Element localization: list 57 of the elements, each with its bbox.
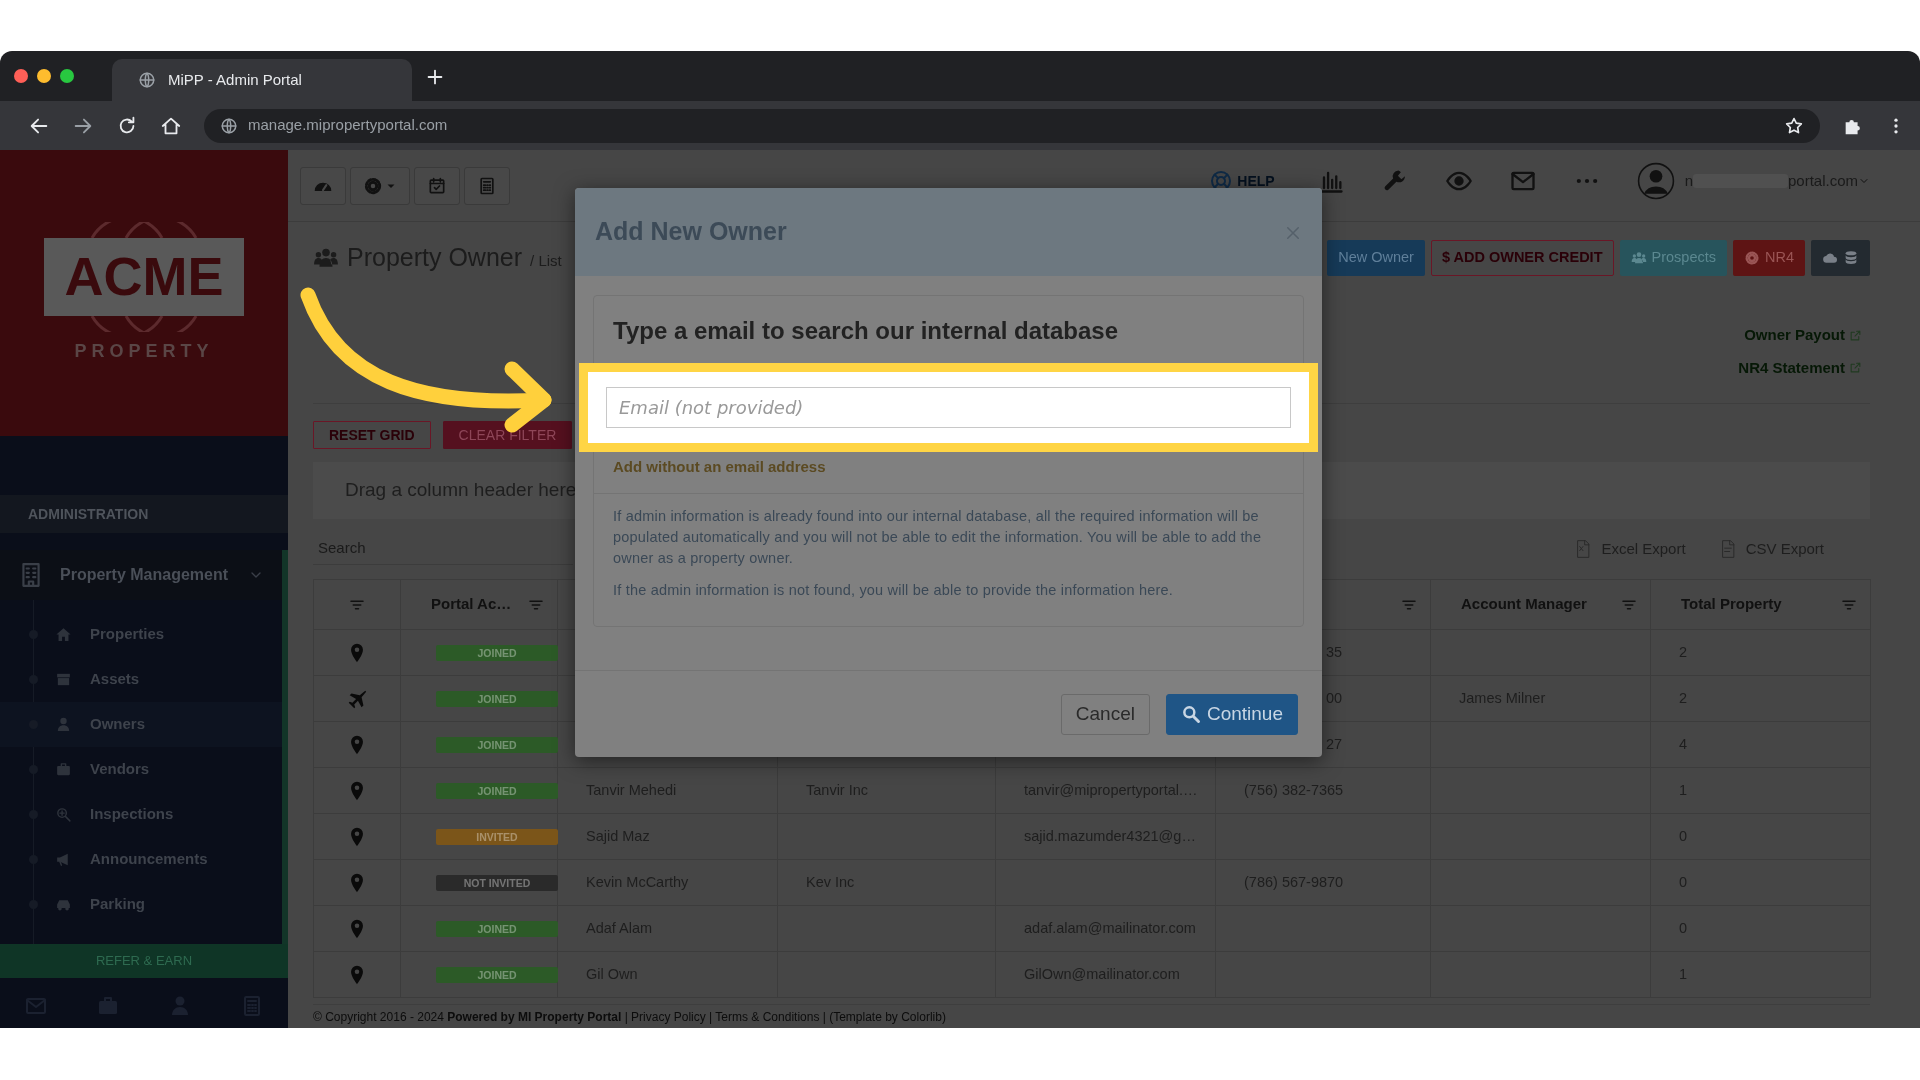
link[interactable]: NR4 Statement [1738, 356, 1862, 379]
settings-icon [1744, 250, 1760, 266]
menu-group[interactable]: Property Management [0, 550, 288, 600]
calendar-button[interactable] [414, 166, 460, 205]
house-icon [55, 626, 72, 643]
status-badge: JOINED [436, 966, 558, 983]
logo-text: ACME [44, 237, 244, 316]
grid-button[interactable]: RESET GRID [313, 421, 431, 449]
avatar-icon[interactable] [1636, 162, 1675, 200]
status-badge: NOT INVITED [436, 874, 558, 891]
logo-arc-icon [89, 315, 199, 332]
logo-tagline: PROPERTY [74, 339, 214, 363]
logo-arc-icon [89, 221, 199, 238]
zoom-in-icon [55, 806, 72, 823]
calculator-icon [477, 175, 497, 196]
continue-button[interactable]: Continue [1165, 693, 1298, 735]
people-icon [1630, 250, 1647, 266]
globe-icon [138, 71, 156, 89]
status-badge: INVITED [436, 828, 558, 845]
external-link-icon [1849, 328, 1862, 342]
browser-tab[interactable]: MiPP - Admin Portal [112, 59, 412, 101]
cancel-button[interactable]: Cancel [1060, 693, 1150, 735]
status-badge: JOINED [436, 690, 558, 707]
bookmark-star-icon[interactable] [1784, 115, 1804, 136]
window-control[interactable] [37, 69, 51, 83]
link[interactable]: Owner Payout [1744, 324, 1862, 347]
footer-text: © Copyright 2016 - 2024 Powered by MI Property Portal | Privacy Policy | Terms & Conditions | (Template by Colorlib) [313, 1004, 1870, 1026]
action-button[interactable]: $ ADD OWNER CREDIT [1430, 240, 1614, 276]
url-text: manage.mipropertyportal.com [248, 115, 448, 136]
settings-icon [363, 175, 383, 196]
status-badge: JOINED [436, 920, 558, 937]
section-header: ADMINISTRATION [0, 495, 288, 533]
modal-heading: Type a email to search our internal database [612, 316, 1120, 346]
status-badge: JOINED [436, 736, 558, 753]
calendar-icon [427, 175, 447, 196]
briefcase-icon [55, 761, 72, 778]
help-button[interactable]: HELP [1203, 168, 1281, 194]
settings-button[interactable] [350, 166, 410, 205]
calculator-button[interactable] [464, 166, 510, 205]
status-badge: JOINED [436, 644, 558, 661]
globe-icon [220, 116, 238, 135]
email-field[interactable]: Email (not provided) [606, 387, 1291, 428]
cloud-icon [1822, 250, 1838, 266]
address-bar[interactable]: manage.mipropertyportal.com [204, 108, 1820, 143]
person-icon [55, 716, 72, 733]
status-badge: JOINED [436, 782, 558, 799]
window-control[interactable] [60, 69, 74, 83]
window-control[interactable] [14, 69, 28, 83]
box-icon [55, 671, 72, 688]
search-icon [1180, 704, 1201, 724]
action-button[interactable] [1811, 240, 1870, 276]
external-link-icon [1849, 361, 1862, 375]
info-text: If the admin information is not found, you will be able to provide the information here. [613, 581, 1175, 600]
action-button[interactable]: New Owner [1327, 240, 1425, 276]
action-button[interactable]: NR4 [1733, 240, 1805, 276]
dashboard-button[interactable] [300, 166, 346, 205]
database-icon [1843, 250, 1859, 266]
